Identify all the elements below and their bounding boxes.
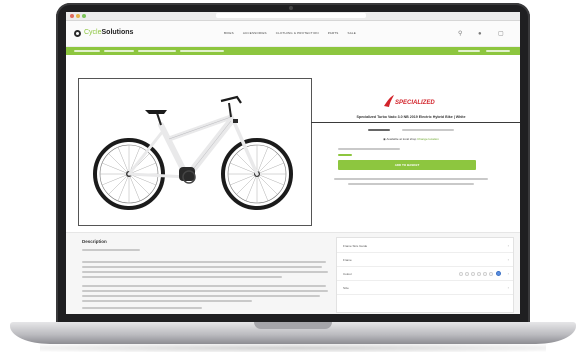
colour-swatch[interactable] (477, 272, 481, 276)
description-text (82, 261, 326, 263)
browser-close-icon[interactable] (70, 14, 74, 18)
front-light (233, 119, 238, 123)
product-details: Description Frame Size Guide › Frame › C… (66, 232, 520, 314)
breadcrumb (66, 47, 520, 55)
description-text (82, 276, 282, 278)
logo-prefix: Cycle (84, 29, 102, 36)
nav-item-clothing[interactable]: CLOTHING & PROTECTION (276, 31, 319, 35)
spec-row-size[interactable]: Size › (337, 282, 513, 295)
breadcrumb-item[interactable] (104, 50, 134, 52)
description-text (82, 290, 328, 292)
description-text (82, 300, 252, 302)
handlebar (220, 95, 242, 104)
finance-link[interactable] (338, 154, 352, 156)
breadcrumb-item[interactable] (138, 50, 176, 52)
breadcrumb-item[interactable] (74, 50, 100, 52)
chevron-right-icon: › (507, 243, 509, 248)
nav-item-accessories[interactable]: ACCESSORIES (243, 31, 267, 35)
basket-icon[interactable]: ▢ (498, 31, 504, 37)
logo-icon[interactable] (74, 30, 81, 37)
brand-wordmark: SPECIALIZED (395, 100, 435, 106)
laptop-base-notch (254, 322, 332, 329)
spec-label: Frame Size Guide (343, 244, 368, 248)
colour-swatch[interactable] (459, 272, 463, 276)
logo-name: Solutions (101, 29, 134, 36)
add-to-basket-label: ADD TO BASKET (394, 163, 420, 167)
nav-item-parts[interactable]: PARTS (328, 31, 339, 35)
laptop-camera (289, 6, 293, 10)
brand-logo[interactable]: SPECIALIZED (380, 94, 442, 108)
callout-line (311, 122, 520, 123)
add-to-basket-button[interactable]: ADD TO BASKET (338, 160, 476, 170)
spec-label: Size (343, 286, 349, 290)
site-logo[interactable]: CycleSolutions (84, 29, 133, 36)
battery-motor (179, 167, 195, 181)
account-icon[interactable]: ● (478, 31, 482, 37)
spec-label: Colour (343, 272, 352, 276)
nav-item-bikes[interactable]: BIKES (224, 31, 234, 35)
breadcrumb-aside[interactable] (458, 50, 480, 52)
browser-minimize-icon[interactable] (76, 14, 80, 18)
chevron-right-icon: › (507, 257, 509, 262)
colour-swatch[interactable] (489, 272, 493, 276)
nav-item-sale[interactable]: SALE (348, 31, 356, 35)
spec-row-colour[interactable]: Colour › (337, 268, 513, 281)
stock-label: Available at local shop (386, 137, 417, 141)
colour-swatch[interactable] (471, 272, 475, 276)
chevron-right-icon: › (507, 271, 509, 276)
product-options: Frame Size Guide › Frame › Colour › Size (336, 237, 514, 313)
browser-address-bar[interactable] (216, 13, 366, 18)
description-text (82, 307, 202, 309)
saddle (145, 110, 167, 114)
returns-note (334, 178, 488, 180)
description-meta (82, 249, 140, 251)
breadcrumb-item[interactable] (180, 50, 224, 52)
bike-illustration (93, 95, 293, 210)
browser-toolbar (66, 12, 520, 21)
delivery-info (338, 148, 400, 150)
product-image[interactable] (78, 78, 312, 226)
site-header: CycleSolutions BIKES ACCESSORIES CLOTHIN… (66, 21, 520, 47)
brand-swoosh-icon (384, 95, 394, 107)
search-icon[interactable]: ⚲ (458, 31, 462, 37)
description-text (82, 295, 320, 297)
main-nav: BIKES ACCESSORIES CLOTHING & PROTECTION … (224, 31, 356, 35)
price-value (368, 129, 390, 131)
description-text (82, 266, 322, 268)
change-location-link[interactable]: Change location (417, 137, 439, 141)
description-text (82, 285, 326, 287)
colour-swatch[interactable] (465, 272, 469, 276)
description-text (82, 271, 328, 273)
colour-swatch[interactable] (483, 272, 487, 276)
laptop-screen: CycleSolutions BIKES ACCESSORIES CLOTHIN… (66, 12, 520, 314)
spec-row-size-guide[interactable]: Frame Size Guide › (337, 240, 513, 253)
stock-status: ◉ Available at local shop Change locatio… (356, 137, 466, 142)
returns-note (348, 183, 474, 185)
browser-maximize-icon[interactable] (82, 14, 86, 18)
chevron-right-icon: › (507, 285, 509, 290)
breadcrumb-aside[interactable] (486, 50, 510, 52)
price-finance (402, 129, 454, 131)
spec-label: Frame (343, 258, 352, 262)
product-title: Specialized Turbo Vado 3.0 NB 2019 Elect… (356, 115, 466, 119)
laptop-shadow (40, 344, 546, 352)
price-row (362, 127, 460, 133)
colour-swatch-selected[interactable] (496, 271, 501, 276)
description-title: Description (82, 239, 107, 244)
spec-row-frame[interactable]: Frame › (337, 254, 513, 267)
